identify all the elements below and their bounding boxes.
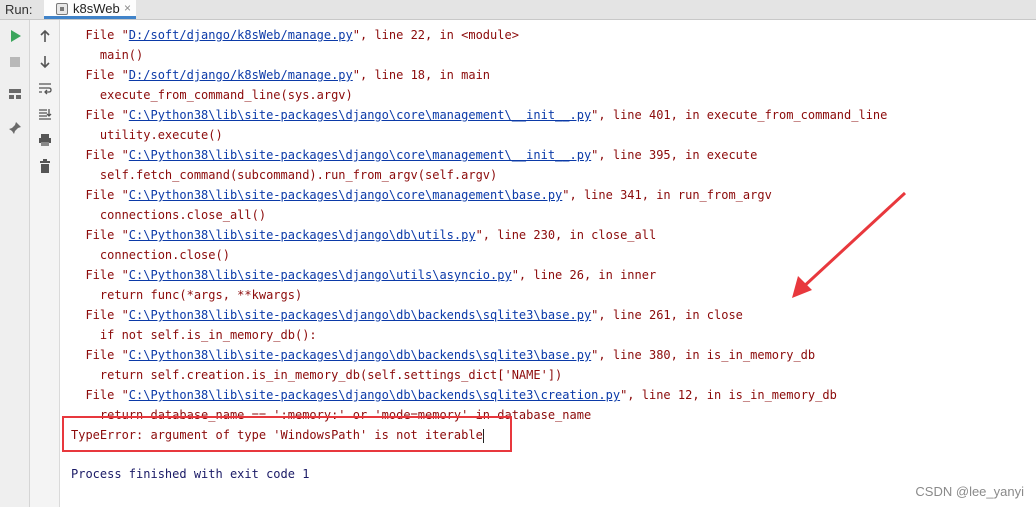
watermark: CSDN @lee_yanyi xyxy=(915,484,1024,499)
annotation-arrow xyxy=(792,191,907,298)
